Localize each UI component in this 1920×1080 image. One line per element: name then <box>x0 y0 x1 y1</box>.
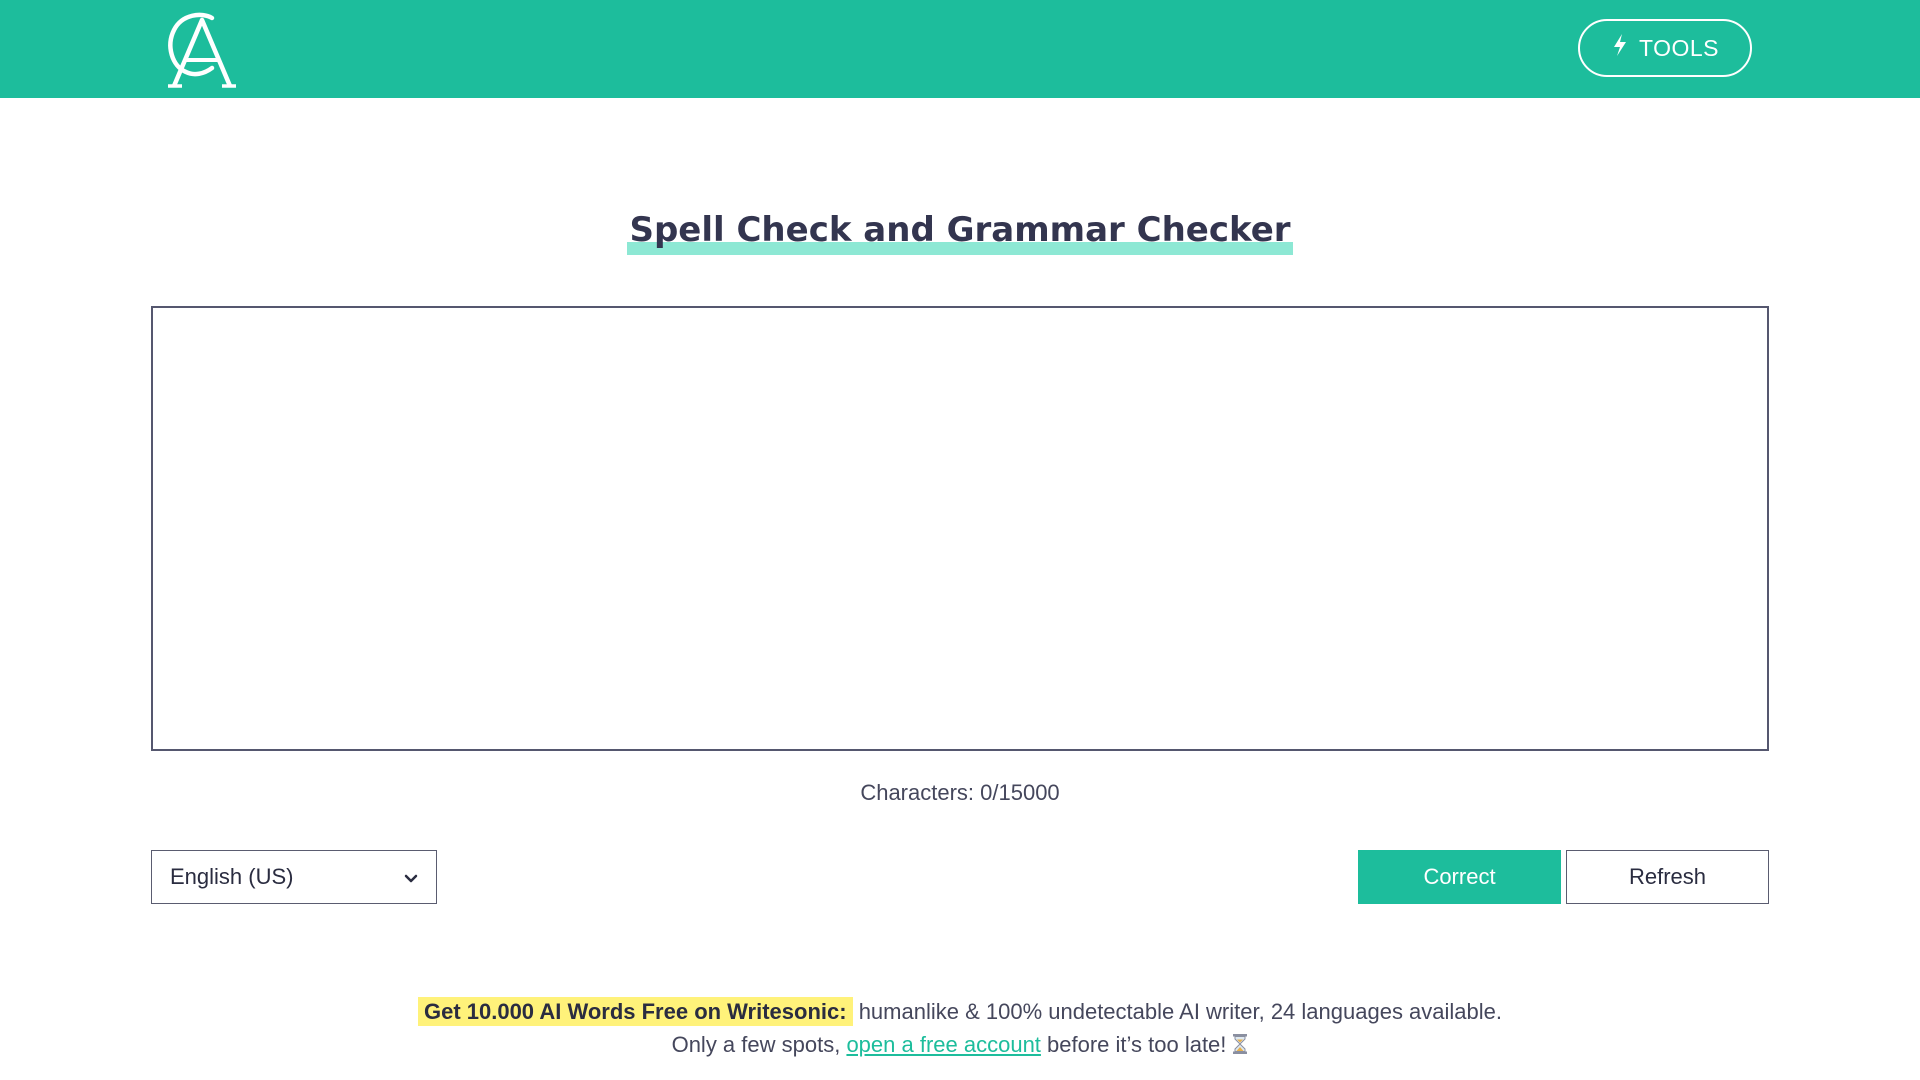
ca-monogram-logo[interactable] <box>162 10 238 90</box>
page-title: Spell Check and Grammar Checker <box>627 205 1293 255</box>
refresh-button[interactable]: Refresh <box>1566 850 1769 904</box>
tools-button[interactable]: TOOLS <box>1578 19 1752 77</box>
lightning-bolt-icon <box>1611 33 1629 63</box>
page-title-container: Spell Check and Grammar Checker <box>0 205 1920 255</box>
promo-highlight: Get 10.000 AI Words Free on Writesonic: <box>417 997 853 1026</box>
language-select[interactable]: English (US) <box>151 850 437 904</box>
promo-line-1: Get 10.000 AI Words Free on Writesonic: … <box>0 995 1920 1028</box>
open-free-account-link[interactable]: open a free account <box>846 1032 1040 1057</box>
chevron-down-icon <box>404 864 418 890</box>
promo-text-after-link: before it’s too late! <box>1040 1032 1227 1057</box>
promo-banner: Get 10.000 AI Words Free on Writesonic: … <box>0 995 1920 1061</box>
promo-description: humanlike & 100% undetectable AI writer,… <box>852 999 1503 1024</box>
language-select-value: English (US) <box>170 864 294 889</box>
hourglass-icon <box>1232 1031 1248 1054</box>
tools-button-label: TOOLS <box>1638 34 1720 61</box>
promo-line-2: Only a few spots, open a free account be… <box>0 1028 1920 1061</box>
character-counter: Characters: 0/15000 <box>860 780 1060 805</box>
top-navigation-bar: TOOLS <box>0 0 1920 98</box>
text-input-area[interactable] <box>151 306 1769 751</box>
correct-button[interactable]: Correct <box>1358 850 1561 904</box>
promo-text-before-link: Only a few spots, <box>671 1032 847 1057</box>
